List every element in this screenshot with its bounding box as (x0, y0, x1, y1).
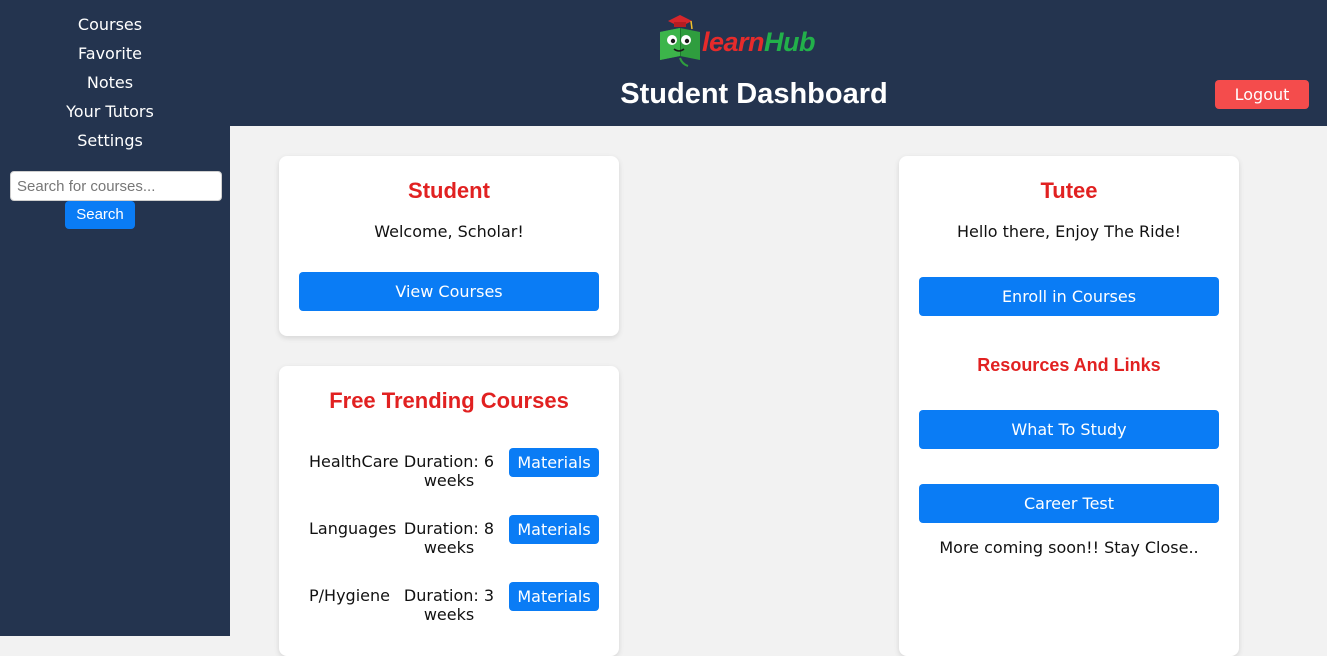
student-card-title: Student (408, 178, 490, 203)
course-name: HealthCare (309, 452, 399, 471)
enroll-courses-button[interactable]: Enroll in Courses (919, 277, 1219, 316)
materials-button-languages[interactable]: Materials (509, 515, 599, 544)
header: learnHub Student Dashboard Logout (230, 0, 1327, 126)
sidebar-item-courses[interactable]: Courses (0, 15, 220, 35)
materials-button-hygiene[interactable]: Materials (509, 582, 599, 611)
search-input[interactable] (10, 171, 222, 201)
sidebar-item-your-tutors[interactable]: Your Tutors (0, 102, 220, 122)
course-duration: Duration: 3 weeks (403, 586, 495, 624)
sidebar-item-notes[interactable]: Notes (0, 73, 220, 93)
student-welcome-text: Welcome, Scholar! (374, 222, 524, 241)
career-test-button[interactable]: Career Test (919, 484, 1219, 523)
course-row: Languages Duration: 8 weeks Materials (279, 515, 619, 579)
tutee-greeting-text: Hello there, Enjoy The Ride! (957, 222, 1181, 241)
sidebar-item-settings[interactable]: Settings (0, 131, 220, 151)
what-to-study-button[interactable]: What To Study (919, 410, 1219, 449)
trending-courses-card: Free Trending Courses HealthCare Duratio… (279, 366, 619, 656)
search-button[interactable]: Search (65, 201, 135, 229)
view-courses-button[interactable]: View Courses (299, 272, 599, 311)
course-duration: Duration: 8 weeks (403, 519, 495, 557)
course-row: HealthCare Duration: 6 weeks Materials (279, 448, 619, 512)
course-name: P/Hygiene (309, 586, 390, 605)
course-duration: Duration: 6 weeks (403, 452, 495, 490)
logo[interactable]: learnHub (658, 12, 858, 70)
tutee-card: Tutee Hello there, Enjoy The Ride! Enrol… (899, 156, 1239, 656)
logout-button[interactable]: Logout (1215, 80, 1309, 109)
materials-button-healthcare[interactable]: Materials (509, 448, 599, 477)
course-name: Languages (309, 519, 397, 538)
sidebar: Courses Favorite Notes Your Tutors Setti… (0, 0, 230, 636)
course-row: P/Hygiene Duration: 3 weeks Materials (279, 582, 619, 646)
resources-heading: Resources And Links (977, 355, 1161, 375)
book-mascot-icon (660, 15, 700, 67)
coming-soon-text: More coming soon!! Stay Close.. (939, 538, 1199, 557)
logo-text-learn: learn (702, 27, 765, 57)
student-card: Student Welcome, Scholar! View Courses (279, 156, 619, 336)
trending-courses-title: Free Trending Courses (329, 388, 569, 413)
logo-text: learnHub (702, 22, 816, 62)
logo-text-hub: Hub (764, 27, 816, 57)
tutee-card-title: Tutee (1040, 178, 1098, 203)
page-title: Student Dashboard (620, 78, 888, 110)
sidebar-item-favorite[interactable]: Favorite (0, 44, 220, 64)
